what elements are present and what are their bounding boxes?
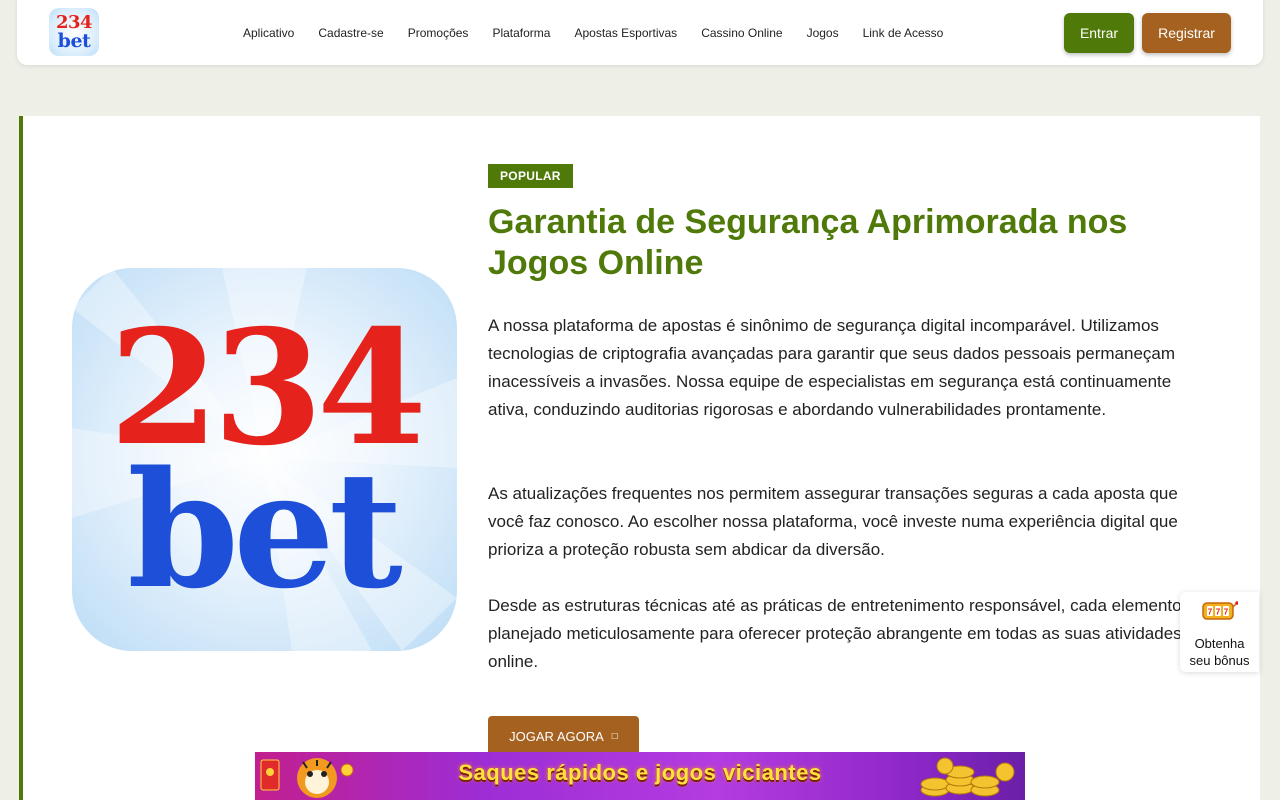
nav-link-jogos[interactable]: Jogos: [807, 26, 839, 40]
body-paragraph: As atualizações frequentes nos permitem …: [488, 484, 1178, 559]
nav-link-cassino-online[interactable]: Cassino Online: [701, 26, 782, 40]
bonus-widget[interactable]: 7 7 7 Obtenha seu bônus: [1180, 592, 1259, 672]
app-logo-image: 234 bet: [72, 268, 457, 651]
app-logo-rays: 234 bet: [72, 268, 457, 651]
logo-word: bet: [57, 29, 91, 52]
popular-badge: POPULAR: [488, 164, 573, 188]
promo-banner[interactable]: Saques rápidos e jogos viciantes: [255, 752, 1025, 800]
nav-link-promocoes[interactable]: Promoções: [408, 26, 469, 40]
body-paragraph: Desde as estruturas técnicas até as prát…: [488, 596, 1196, 671]
feature-card: 234 bet POPULAR Garantia de Segurança Ap…: [19, 116, 1260, 800]
nav-link-cadastre-se[interactable]: Cadastre-se: [318, 26, 383, 40]
slot-machine-icon: 7 7 7: [1202, 601, 1238, 620]
play-now-label: JOGAR AGORA: [509, 728, 604, 744]
nav-link-plataforma[interactable]: Plataforma: [492, 26, 550, 40]
bonus-label-line1: Obtenha: [1194, 636, 1245, 651]
bonus-label-line2: seu bônus: [1189, 653, 1250, 668]
site-logo[interactable]: 234 bet: [49, 8, 99, 56]
app-logo-word: bet: [127, 436, 403, 624]
svg-text:7: 7: [1224, 608, 1229, 617]
bonus-label: Obtenha seu bônus: [1180, 635, 1259, 669]
register-button[interactable]: Registrar: [1142, 13, 1231, 53]
gold-coins-icon: [920, 757, 1015, 797]
svg-text:7: 7: [1216, 608, 1221, 617]
login-button[interactable]: Entrar: [1064, 13, 1134, 53]
nav-link-apostas-esportivas[interactable]: Apostas Esportivas: [574, 26, 677, 40]
site-header: 234 bet Aplicativo Cadastre-se Promoções…: [17, 0, 1263, 65]
play-now-button[interactable]: JOGAR AGORA □: [488, 716, 639, 756]
arrow-icon: □: [611, 730, 618, 742]
nav-link-aplicativo[interactable]: Aplicativo: [243, 26, 294, 40]
main-nav: Aplicativo Cadastre-se Promoções Platafo…: [243, 0, 967, 65]
logo-number: 234: [55, 12, 93, 34]
page-title: Garantia de Segurança Aprimorada nos Jog…: [488, 203, 1128, 282]
body-paragraph: A nossa plataforma de apostas é sinônimo…: [488, 316, 1176, 419]
svg-text:7: 7: [1208, 608, 1213, 617]
nav-link-link-de-acesso[interactable]: Link de Acesso: [863, 26, 944, 40]
